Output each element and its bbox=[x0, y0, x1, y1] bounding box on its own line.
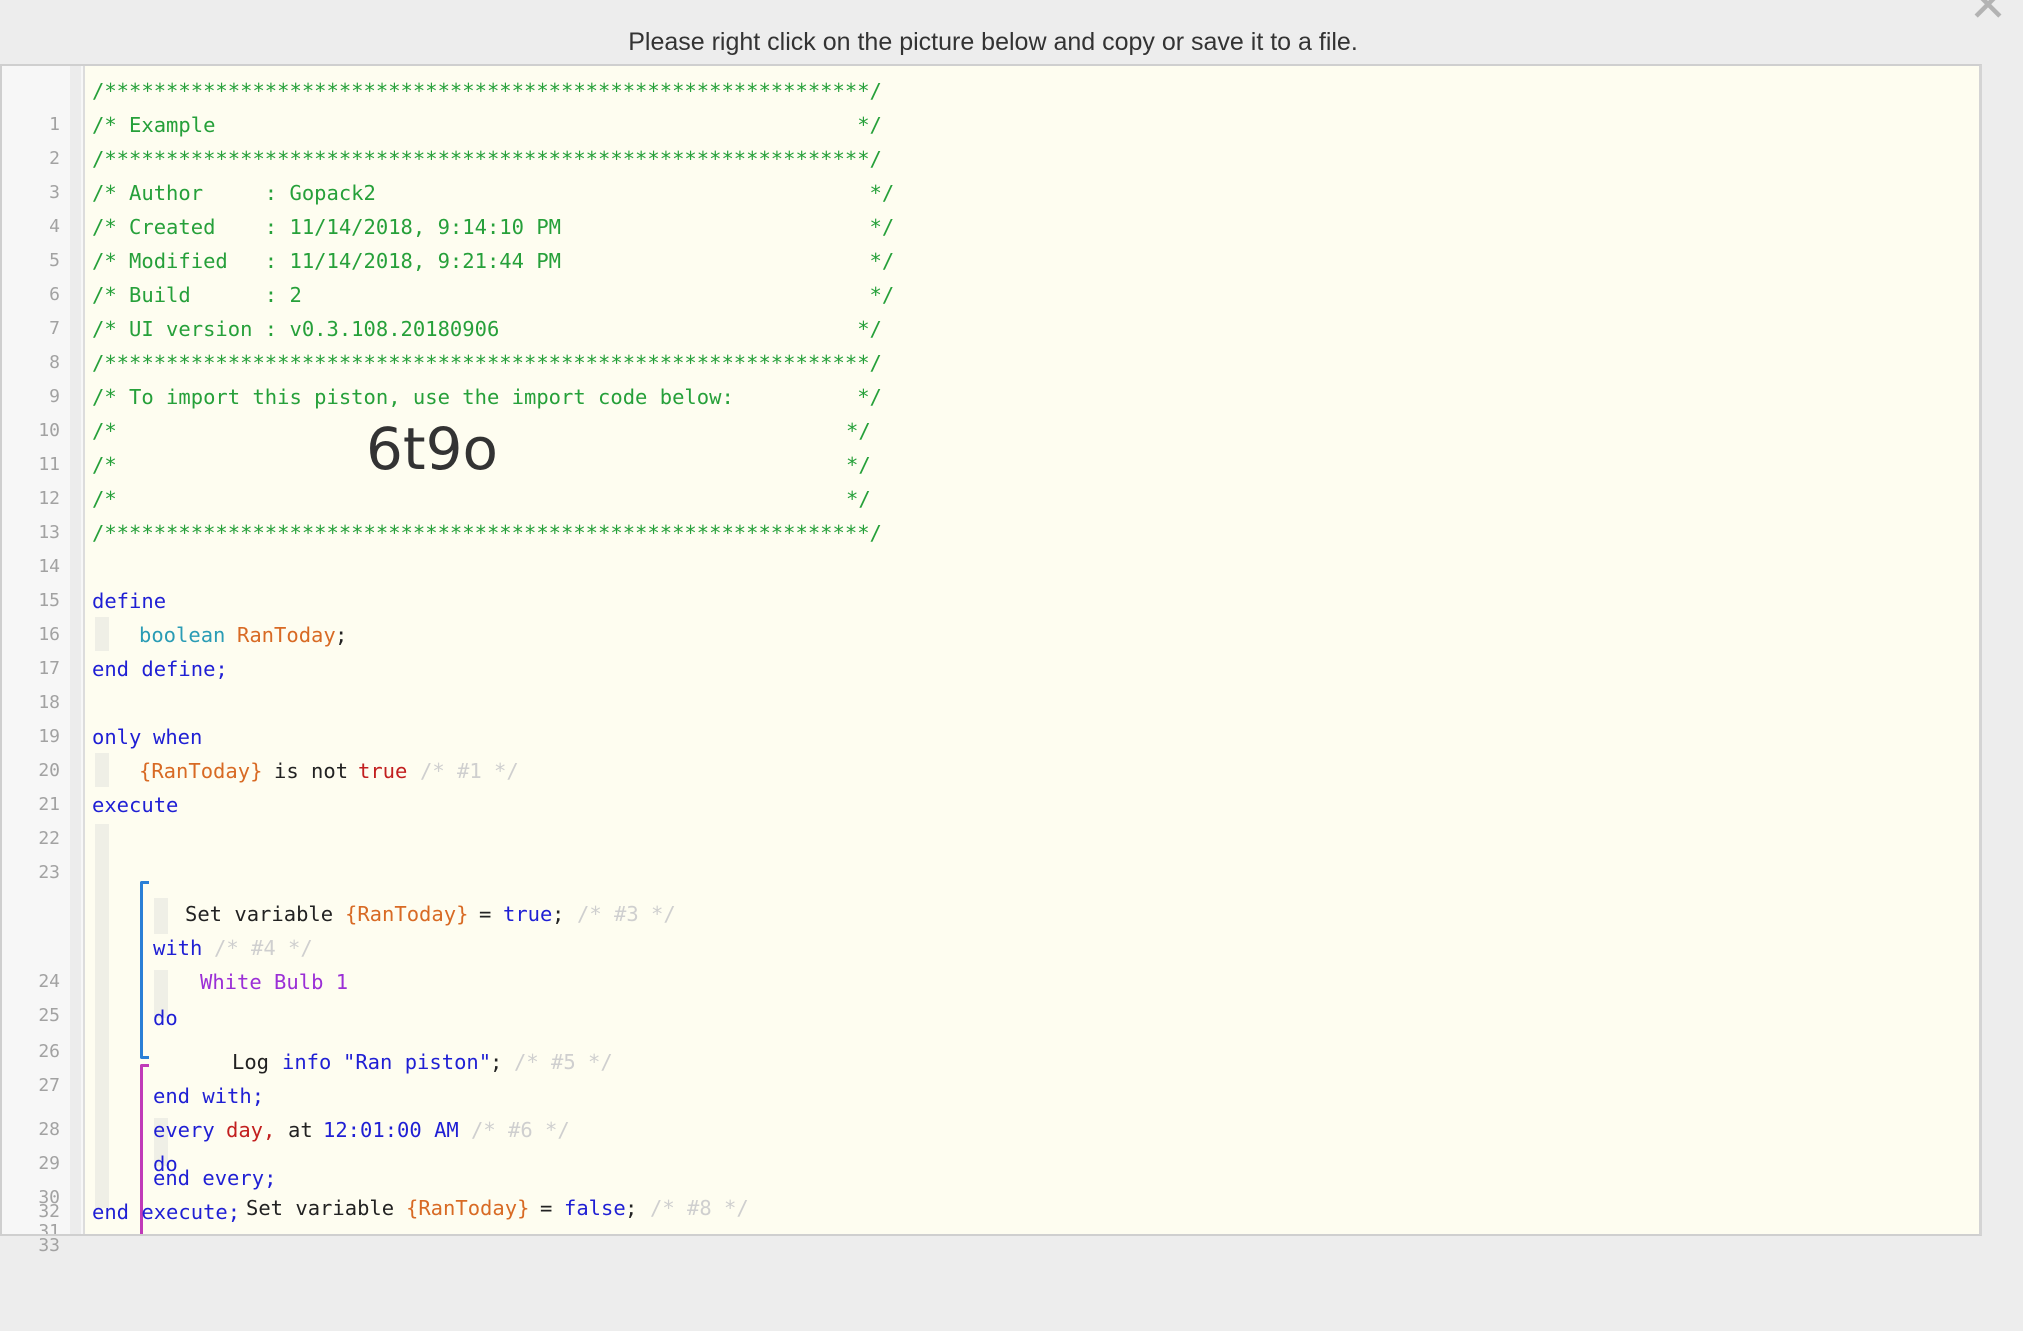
code-line: 13 /* */ bbox=[2, 482, 1979, 543]
line-number: 33 bbox=[38, 1235, 60, 1256]
header-import-hint: /* To import this piston, use the import… bbox=[92, 385, 882, 409]
code-line: 16 define bbox=[2, 584, 1979, 645]
every-time: 12:01:00 AM bbox=[323, 1118, 459, 1142]
condition-operator: is not bbox=[274, 759, 349, 783]
code-line: 3 /*************************************… bbox=[2, 142, 1979, 203]
statement-id-comment: /* #3 */ bbox=[577, 902, 676, 926]
end-every-keyword: end every; bbox=[153, 1166, 277, 1190]
header-example: /* Example */ bbox=[92, 113, 882, 137]
device-name: White Bulb 1 bbox=[200, 970, 349, 994]
piston-image[interactable]: 1 /*************************************… bbox=[0, 64, 1982, 1236]
close-icon[interactable]: ✕ bbox=[1960, 0, 2016, 28]
comment-close: */ bbox=[846, 419, 871, 443]
at-keyword: at bbox=[288, 1118, 313, 1142]
code-line: 24 with /* #4 */ bbox=[2, 931, 1979, 992]
code-line: 19 bbox=[2, 686, 1979, 747]
code-line: 10 /* To import this piston, use the imp… bbox=[2, 380, 1979, 441]
code-line: 8 /* UI version : v0.3.108.20180906 */ bbox=[2, 312, 1979, 373]
equals-sign: = bbox=[479, 902, 492, 926]
code-line: 28 end with; bbox=[2, 1079, 1979, 1140]
do-keyword: do bbox=[153, 1006, 178, 1030]
execute-keyword: execute bbox=[92, 793, 179, 817]
import-code: 6t9o bbox=[366, 415, 499, 483]
comment-open: /* bbox=[92, 487, 117, 511]
code-line: 1 /*************************************… bbox=[2, 74, 1979, 135]
code-line: Set variable {RanToday} = true ; /* #3 *… bbox=[2, 897, 1979, 931]
with-keyword: with bbox=[153, 936, 203, 960]
semicolon: ; bbox=[335, 623, 348, 647]
log-level: info bbox=[282, 1050, 332, 1074]
set-variable-action: Set variable bbox=[185, 902, 334, 926]
every-keyword: every bbox=[153, 1118, 215, 1142]
code-line: 9 /*************************************… bbox=[2, 346, 1979, 407]
code-line: 5 /* Created : 11/14/2018, 9:14:10 PM */ bbox=[2, 210, 1979, 271]
code-line: 29 every day, at 12:01:00 AM /* #6 */ bbox=[2, 1113, 1979, 1174]
define-keyword: define bbox=[92, 589, 167, 613]
code-line: 22 execute bbox=[2, 788, 1979, 849]
header-border: /***************************************… bbox=[92, 147, 882, 171]
condition-value: true bbox=[358, 759, 408, 783]
header-border: /***************************************… bbox=[92, 79, 882, 103]
log-action: Log bbox=[232, 1050, 270, 1074]
header-ui-version: /* UI version : v0.3.108.20180906 */ bbox=[92, 317, 882, 341]
code-line: 11 /* */ bbox=[2, 414, 1979, 475]
comment-open: /* bbox=[92, 453, 117, 477]
variable-ref: {RanToday} bbox=[345, 902, 469, 926]
code-line: 15 bbox=[2, 550, 1979, 611]
code-line: 33 end execute; bbox=[0, 1195, 1982, 1256]
code-line: 4 /* Author : Gopack2 */ bbox=[2, 176, 1979, 237]
code-line: 12 /* 6t9o */ bbox=[2, 420, 1979, 509]
code-line: 32 end every; bbox=[0, 1161, 1982, 1222]
code-line: 25 White Bulb 1 bbox=[2, 965, 1979, 1026]
code-line: 6 /* Modified : 11/14/2018, 9:21:44 PM *… bbox=[2, 244, 1979, 305]
end-with-keyword: end with; bbox=[153, 1084, 265, 1108]
code-line: 18 end define; bbox=[2, 652, 1979, 713]
end-execute-keyword: end execute; bbox=[92, 1200, 241, 1224]
only-keyword: only bbox=[92, 725, 142, 749]
header-author: /* Author : Gopack2 */ bbox=[92, 181, 895, 205]
header-created: /* Created : 11/14/2018, 9:14:10 PM */ bbox=[92, 215, 895, 239]
variable-ref: {RanToday} bbox=[139, 759, 263, 783]
semicolon: ; bbox=[490, 1050, 503, 1074]
semicolon: ; bbox=[552, 902, 565, 926]
variable-name: RanToday bbox=[237, 623, 336, 647]
header-build: /* Build : 2 */ bbox=[92, 283, 895, 307]
comment-close: */ bbox=[846, 487, 871, 511]
header-border: /***************************************… bbox=[92, 521, 882, 545]
when-keyword: when bbox=[153, 725, 203, 749]
code-line: 23 bbox=[2, 822, 1979, 883]
code-line: 2 /* Example */ bbox=[2, 108, 1979, 169]
every-unit: day, bbox=[226, 1118, 276, 1142]
header-border: /***************************************… bbox=[92, 351, 882, 375]
code-line: 20 only when bbox=[2, 720, 1979, 781]
comment-open: /* bbox=[92, 419, 117, 443]
header-modified: /* Modified : 11/14/2018, 9:21:44 PM */ bbox=[92, 249, 895, 273]
line-number: 23 bbox=[38, 862, 60, 883]
code-line: Log info "Ran piston" ; /* #5 */ bbox=[2, 1045, 1979, 1079]
code-line: 21 {RanToday} is not true /* #1 */ bbox=[2, 754, 1979, 815]
statement-id-comment: /* #6 */ bbox=[471, 1118, 570, 1142]
end-define-keyword: end define; bbox=[92, 657, 228, 681]
code-line: 26 do bbox=[2, 1001, 1979, 1062]
log-message: "Ran piston" bbox=[343, 1050, 492, 1074]
code-line: 7 /* Build : 2 */ bbox=[2, 278, 1979, 339]
code-line: 14 /************************************… bbox=[2, 516, 1979, 577]
comment-close: */ bbox=[846, 453, 871, 477]
code-line: 17 boolean RanToday ; bbox=[2, 618, 1979, 679]
dialog-instruction: Please right click on the picture below … bbox=[628, 28, 1358, 56]
boolean-type: boolean bbox=[139, 623, 226, 647]
statement-id-comment: /* #5 */ bbox=[514, 1050, 613, 1074]
true-value: true bbox=[503, 902, 553, 926]
statement-id-comment: /* #4 */ bbox=[214, 936, 313, 960]
statement-id-comment: /* #1 */ bbox=[420, 759, 519, 783]
